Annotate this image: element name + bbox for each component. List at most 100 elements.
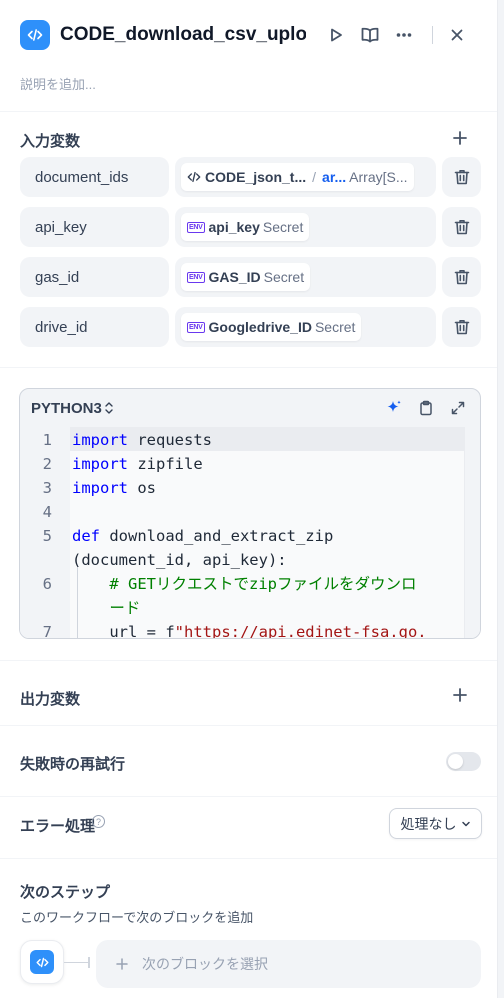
trash-icon [454, 220, 469, 235]
line-number: 6 [42, 575, 52, 593]
code-text: ード [72, 599, 141, 617]
next-step-title: 次のステップ [20, 884, 111, 901]
var-name-field[interactable]: drive_id [20, 307, 169, 347]
delete-var-button[interactable] [442, 157, 481, 197]
input-var-row: api_key ENV api_key Secret [20, 207, 481, 247]
chevron-down-icon [461, 821, 470, 826]
var-reference-chip: CODE_json_t... / ar... Array[S... [181, 163, 414, 191]
expand-icon [451, 401, 465, 415]
code-text: import requests [72, 431, 212, 449]
plus-icon [453, 688, 467, 702]
code-text: # GETリクエストでzipファイルをダウンロ [72, 575, 417, 593]
var-value-selector[interactable]: ENV GAS_ID Secret [175, 257, 436, 297]
input-var-row: drive_id ENV Googledrive_ID Secret [20, 307, 481, 347]
close-button[interactable] [443, 21, 471, 49]
panel-header: CODE_download_csv_uploa [20, 18, 490, 52]
code-text: def download_and_extract_zip [72, 527, 334, 545]
help-docs-button[interactable] [356, 21, 384, 49]
toggle-knob [448, 754, 463, 769]
line-number: 2 [42, 455, 52, 473]
input-var-row: gas_id ENV GAS_ID Secret [20, 257, 481, 297]
code-node-icon [20, 20, 50, 50]
divider [0, 796, 497, 797]
code-area[interactable]: 1 import requests 2 import zipfile 3 import o… [20, 427, 480, 639]
editor-scrollbar[interactable] [464, 427, 480, 638]
add-input-var-button[interactable] [449, 127, 471, 149]
source-node-name: CODE_json_t... [205, 169, 307, 185]
var-name-field[interactable]: document_ids [20, 157, 169, 197]
language-label: PYTHON3 [31, 399, 102, 417]
editor-header: PYTHON3 [20, 389, 480, 427]
code-text: import os [72, 479, 156, 497]
plus-icon [453, 131, 467, 145]
var-type: Secret [262, 219, 304, 235]
divider [0, 367, 497, 368]
description-input[interactable]: 説明を追加... [20, 74, 96, 93]
retry-title: 失敗時の再試行 [20, 756, 126, 773]
env-var-chip: ENV GAS_ID Secret [181, 263, 311, 291]
add-output-var-button[interactable] [449, 684, 471, 706]
editor-toolbar [384, 398, 468, 418]
panel-scrollbar[interactable] [498, 0, 504, 998]
var-value-selector[interactable]: CODE_json_t... / ar... Array[S... [175, 157, 436, 197]
env-var-name: GAS_ID [208, 269, 261, 285]
divider [0, 111, 497, 112]
delete-var-button[interactable] [442, 257, 481, 297]
expand-editor-button[interactable] [448, 398, 468, 418]
var-name-field[interactable]: api_key [20, 207, 169, 247]
trash-icon [454, 270, 469, 285]
copy-code-button[interactable] [416, 398, 436, 418]
env-var-name: api_key [208, 219, 260, 235]
code-icon [187, 171, 201, 183]
delete-var-button[interactable] [442, 207, 481, 247]
language-selector[interactable]: PYTHON3 [31, 400, 114, 417]
node-title[interactable]: CODE_download_csv_uploa [60, 24, 306, 46]
code-line: ード [20, 596, 465, 620]
header-divider [432, 26, 433, 44]
line-number: 5 [42, 527, 52, 545]
output-vars-title: 出力変数 [20, 691, 81, 708]
code-line: 5 def download_and_extract_zip [20, 524, 465, 548]
env-var-chip: ENV api_key Secret [181, 213, 310, 241]
var-type: Secret [314, 319, 356, 335]
ai-generate-button[interactable] [384, 398, 404, 418]
divider [0, 660, 497, 661]
var-type: Secret [263, 269, 305, 285]
line-number: 7 [42, 623, 52, 639]
code-line: 4 [20, 500, 465, 524]
play-icon [331, 28, 342, 42]
delete-var-button[interactable] [442, 307, 481, 347]
plus-icon [116, 958, 128, 970]
source-var-name: ar... [322, 169, 347, 185]
select-next-block-label: 次のブロックを選択 [142, 956, 268, 972]
var-value-selector[interactable]: ENV api_key Secret [175, 207, 436, 247]
divider [0, 725, 497, 726]
input-vars-title: 入力変数 [20, 133, 81, 150]
sparkle-icon [387, 400, 401, 412]
env-icon: ENV [187, 271, 205, 283]
clipboard-icon [420, 400, 432, 416]
book-open-icon [361, 27, 379, 43]
retry-toggle[interactable] [446, 752, 481, 771]
code-editor: PYTHON3 1 import requests 2 import zipfile 3… [19, 388, 481, 639]
error-handling-value: 処理なし [400, 815, 457, 832]
var-value-selector[interactable]: ENV Googledrive_ID Secret [175, 307, 436, 347]
var-name-field[interactable]: gas_id [20, 257, 169, 297]
error-handling-select[interactable]: 処理なし [389, 808, 482, 839]
code-line: 1 import requests [20, 428, 465, 452]
input-var-row: document_ids CODE_json_t... / ar... Arra… [20, 157, 481, 197]
run-button[interactable] [322, 21, 350, 49]
trash-icon [454, 320, 469, 335]
select-next-block-button[interactable]: 次のブロックを選択 [96, 940, 481, 988]
more-icon [396, 33, 412, 37]
line-number: 3 [42, 479, 52, 497]
var-type: Array[S... [349, 169, 408, 185]
path-separator: / [312, 169, 317, 185]
code-text: (document_id, api_key): [72, 551, 287, 569]
help-circle-icon[interactable]: ? [92, 815, 105, 828]
code-node-icon [30, 950, 54, 974]
error-handling-title: エラー処理 [20, 818, 96, 835]
more-options-button[interactable] [390, 21, 418, 49]
line-number: 1 [42, 431, 52, 449]
line-number: 4 [42, 503, 52, 521]
